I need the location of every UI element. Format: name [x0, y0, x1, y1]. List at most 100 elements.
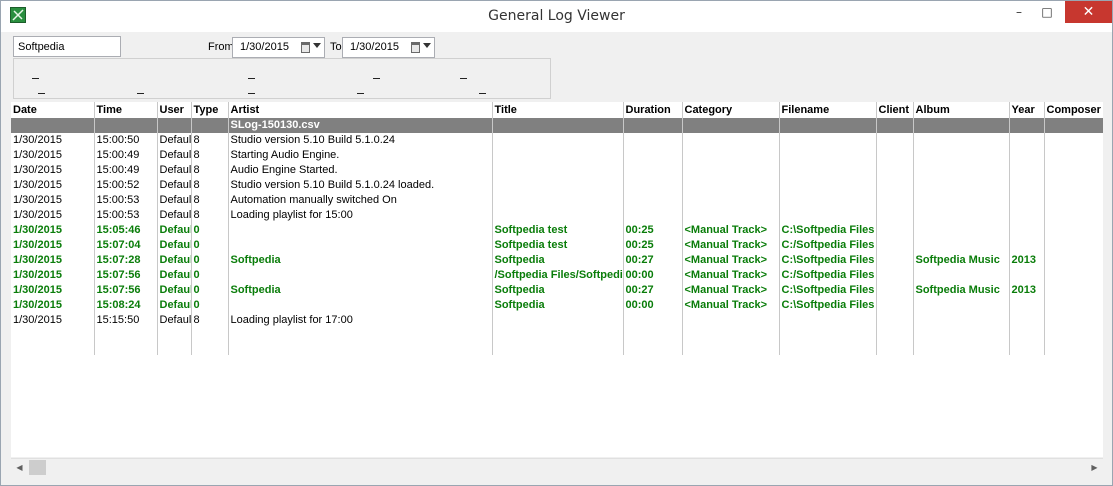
section-cell — [1009, 118, 1045, 133]
log-file-section-row[interactable]: SLog-150130.csv — [11, 118, 1103, 133]
filter-option-dash[interactable] — [479, 93, 486, 94]
minimize-button[interactable]: – — [1005, 1, 1033, 23]
filter-option-dash[interactable] — [248, 93, 255, 94]
table-row[interactable]: 1/30/201515:07:04Default0 Softpedia test0… — [11, 238, 1103, 253]
cell-artist: Studio version 5.10 Build 5.1.0.24 — [228, 133, 493, 148]
cell-album — [913, 208, 1010, 223]
table-row[interactable]: 1/30/2015 15:15:50 Default 8 Loading playlis… — [11, 313, 1103, 328]
column-header-composer[interactable]: Composer — [1044, 102, 1103, 118]
table-row[interactable]: 1/30/2015 15:00:53 Default 8 Loading playlis… — [11, 208, 1103, 223]
cell-artist — [228, 223, 493, 238]
cell-category — [682, 133, 780, 148]
table-row[interactable]: 1/30/201515:05:46Default0 Softpedia test0… — [11, 223, 1103, 238]
cell-artist — [228, 268, 493, 283]
column-header-year[interactable]: Year — [1009, 102, 1045, 118]
cell-time: 15:00:49 — [94, 148, 158, 163]
cell-title — [492, 178, 624, 193]
cell-title — [492, 313, 624, 328]
empty-cell — [623, 328, 683, 355]
scroll-right-icon[interactable]: ▶ — [1086, 459, 1103, 476]
scroll-left-icon[interactable]: ◀ — [11, 459, 28, 476]
filter-option-dash[interactable] — [32, 78, 39, 79]
filter-option-dash[interactable] — [357, 93, 364, 94]
dropdown-arrow-icon[interactable] — [423, 43, 431, 48]
table-row[interactable]: 1/30/2015 15:00:53 Default 8 Automation manu… — [11, 193, 1103, 208]
section-cell — [779, 118, 877, 133]
column-header-user[interactable]: User — [157, 102, 192, 118]
column-header-time[interactable]: Time — [94, 102, 158, 118]
cell-title: Softpedia — [492, 253, 624, 268]
filter-option-dash[interactable] — [248, 78, 255, 79]
table-row[interactable]: 1/30/2015 15:00:49 Default 8 Audio Engine St… — [11, 163, 1103, 178]
table-row[interactable]: 1/30/2015 15:00:52 Default 8 Studio version … — [11, 178, 1103, 193]
cell-year — [1009, 268, 1045, 283]
cell-filename — [779, 193, 877, 208]
column-header-duration[interactable]: Duration — [623, 102, 683, 118]
from-date-picker[interactable]: 1/30/2015 — [232, 37, 325, 58]
cell-user: Default — [157, 268, 192, 283]
cell-type: 8 — [191, 163, 229, 178]
log-grid[interactable]: Date Time User Type Artist Title Duration Categ… — [11, 102, 1103, 457]
filter-option-dash[interactable] — [38, 93, 45, 94]
cell-year — [1009, 133, 1045, 148]
cell-album — [913, 298, 1010, 313]
cell-album — [913, 223, 1010, 238]
empty-cell — [94, 328, 158, 355]
table-row[interactable]: 1/30/2015 15:00:49 Default 8 Starting Audio … — [11, 148, 1103, 163]
column-header-album[interactable]: Album — [913, 102, 1010, 118]
column-header-type[interactable]: Type — [191, 102, 229, 118]
cell-year — [1009, 208, 1045, 223]
maximize-button[interactable]: □ — [1033, 1, 1061, 23]
cell-date: 1/30/2015 — [11, 193, 95, 208]
filter-option-dash[interactable] — [373, 78, 380, 79]
to-date-picker[interactable]: 1/30/2015 — [342, 37, 435, 58]
column-header-category[interactable]: Category — [682, 102, 780, 118]
empty-cell — [11, 328, 95, 355]
log-viewer-window: General Log Viewer – □ ✕ From 1/30/2015 … — [0, 0, 1113, 486]
section-cell — [94, 118, 158, 133]
column-header-filename[interactable]: Filename — [779, 102, 877, 118]
cell-duration — [623, 178, 683, 193]
cell-type: 0 — [191, 223, 229, 238]
cell-year — [1009, 313, 1045, 328]
cell-composer — [1044, 178, 1103, 193]
cell-duration: 00:25 — [623, 223, 683, 238]
cell-time: 15:07:28 — [94, 253, 158, 268]
table-row[interactable]: 1/30/201515:07:56Default0SoftpediaSoftpe… — [11, 283, 1103, 298]
cell-composer — [1044, 223, 1103, 238]
cell-year — [1009, 223, 1045, 238]
cell-year — [1009, 193, 1045, 208]
cell-artist — [228, 298, 493, 313]
column-header-client[interactable]: Client — [876, 102, 914, 118]
filter-option-dash[interactable] — [137, 93, 144, 94]
table-row[interactable]: 1/30/2015 15:00:50 Default 8 Studio version … — [11, 133, 1103, 148]
table-row[interactable]: 1/30/201515:07:56Default0/Softpedia File… — [11, 268, 1103, 283]
search-input[interactable] — [13, 36, 121, 57]
cell-duration: 00:27 — [623, 283, 683, 298]
title-bar[interactable]: General Log Viewer – □ ✕ — [1, 1, 1112, 32]
table-row[interactable]: 1/30/201515:08:24Default0 Softpedia00:00<… — [11, 298, 1103, 313]
column-header-artist[interactable]: Artist — [228, 102, 493, 118]
close-button[interactable]: ✕ — [1065, 1, 1112, 23]
column-header-date[interactable]: Date — [11, 102, 95, 118]
cell-user: Default — [157, 148, 192, 163]
horizontal-scrollbar[interactable]: ◀ ▶ — [11, 458, 1103, 475]
table-row[interactable]: 1/30/201515:07:28Default0SoftpediaSoftpe… — [11, 253, 1103, 268]
column-header-title[interactable]: Title — [492, 102, 624, 118]
cell-filename — [779, 208, 877, 223]
cell-year — [1009, 163, 1045, 178]
cell-artist: Loading playlist for 15:00 — [228, 208, 493, 223]
filter-option-dash[interactable] — [460, 78, 467, 79]
cell-type: 0 — [191, 253, 229, 268]
cell-type: 0 — [191, 268, 229, 283]
cell-filename — [779, 133, 877, 148]
empty-cell — [191, 328, 229, 355]
cell-user: Default — [157, 163, 192, 178]
scroll-thumb[interactable] — [29, 460, 46, 475]
cell-date: 1/30/2015 — [11, 208, 95, 223]
cell-client — [876, 268, 914, 283]
cell-composer — [1044, 283, 1103, 298]
cell-date: 1/30/2015 — [11, 238, 95, 253]
cell-duration — [623, 193, 683, 208]
dropdown-arrow-icon[interactable] — [313, 43, 321, 48]
